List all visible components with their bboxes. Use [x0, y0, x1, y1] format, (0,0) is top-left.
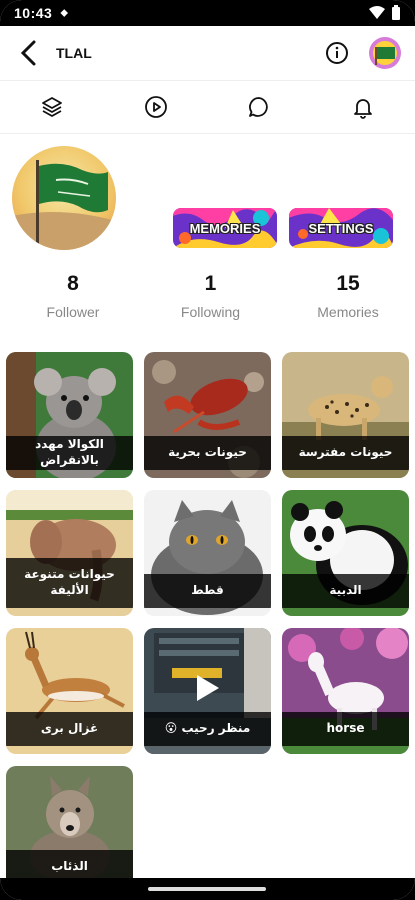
- page-title: TLAL: [56, 45, 92, 61]
- memory-card-bears[interactable]: الدبية: [282, 490, 409, 616]
- tab-messages[interactable]: [239, 87, 279, 127]
- settings-button-label: SETTINGS: [308, 220, 374, 236]
- home-indicator[interactable]: [148, 887, 266, 891]
- settings-button[interactable]: SETTINGS: [289, 208, 393, 248]
- memories-button-label: MEMORIES: [189, 220, 261, 236]
- tab-videos[interactable]: [136, 87, 176, 127]
- stat-followers[interactable]: 8 Follower: [28, 264, 118, 334]
- card-caption: منظر رحيب 😮: [144, 712, 271, 746]
- memory-card-horse[interactable]: horse: [282, 628, 409, 754]
- memory-card-gazelle[interactable]: غزال برى: [6, 628, 133, 754]
- bell-icon: [354, 99, 373, 119]
- memory-card-sea-animals[interactable]: حيونات بحرية: [144, 352, 271, 478]
- memories-button[interactable]: MEMORIES: [173, 208, 277, 248]
- phone-screen: 10:43 ⬥ TLAL MEMORIES SETTINGS 8 Followe…: [0, 0, 415, 900]
- card-caption: الدبية: [282, 574, 409, 608]
- layers-icon: [41, 97, 62, 117]
- chat-bubble-icon: [249, 97, 269, 117]
- card-caption: الكوالا مهدد بالانقراض: [6, 436, 133, 470]
- status-time: 10:43: [14, 5, 53, 21]
- memory-card-wolves[interactable]: الذئاب: [6, 766, 133, 892]
- back-arrow-icon: [20, 40, 36, 66]
- status-bar: 10:43 ⬥: [0, 0, 415, 26]
- stat-value: 15: [336, 272, 360, 295]
- memory-card-predators[interactable]: حيونات مفترسة: [282, 352, 409, 478]
- card-caption: غزال برى: [6, 712, 133, 746]
- memory-card-view[interactable]: منظر رحيب 😮: [144, 628, 271, 754]
- play-circle-icon: [144, 96, 167, 118]
- stat-following[interactable]: 1 Following: [166, 264, 256, 334]
- play-icon[interactable]: [195, 673, 221, 703]
- user-avatar[interactable]: [369, 37, 401, 69]
- tab-notifications[interactable]: [343, 87, 383, 127]
- stat-memories[interactable]: 15 Memories: [303, 264, 393, 334]
- back-button[interactable]: [14, 38, 44, 68]
- memory-card-koala[interactable]: الكوالا مهدد بالانقراض: [6, 352, 133, 478]
- profile-avatar[interactable]: [12, 146, 116, 250]
- wifi-icon: [369, 6, 385, 19]
- stat-value: 1: [204, 272, 217, 295]
- app-bar: TLAL: [0, 26, 415, 80]
- tab-bar: [0, 80, 415, 134]
- memory-card-cats[interactable]: قطط: [144, 490, 271, 616]
- status-notification-icon: ⬥: [60, 6, 69, 19]
- stat-label: Memories: [317, 304, 379, 320]
- stat-value: 8: [67, 272, 79, 295]
- memory-card-pets[interactable]: حيوانات متنوعة الأليفة: [6, 490, 133, 616]
- profile-stats: 8 Follower 1 Following 15 Memories: [0, 264, 415, 334]
- card-caption: حيوانات متنوعة الأليفة: [6, 558, 133, 608]
- stat-label: Follower: [46, 304, 100, 320]
- card-caption: قطط: [144, 574, 271, 608]
- card-caption: horse: [282, 712, 409, 746]
- card-caption: حيونات مفترسة: [282, 436, 409, 470]
- memories-grid: الكوالا مهدد بالانقراض حيونات بحرية حيون…: [6, 352, 411, 892]
- info-icon[interactable]: [325, 41, 349, 65]
- gesture-nav-bar: [0, 878, 415, 900]
- card-caption: حيونات بحرية: [144, 436, 271, 470]
- tab-layers[interactable]: [32, 87, 72, 127]
- battery-icon: [392, 5, 400, 20]
- stat-label: Following: [180, 304, 241, 320]
- profile-header: MEMORIES SETTINGS: [0, 134, 415, 264]
